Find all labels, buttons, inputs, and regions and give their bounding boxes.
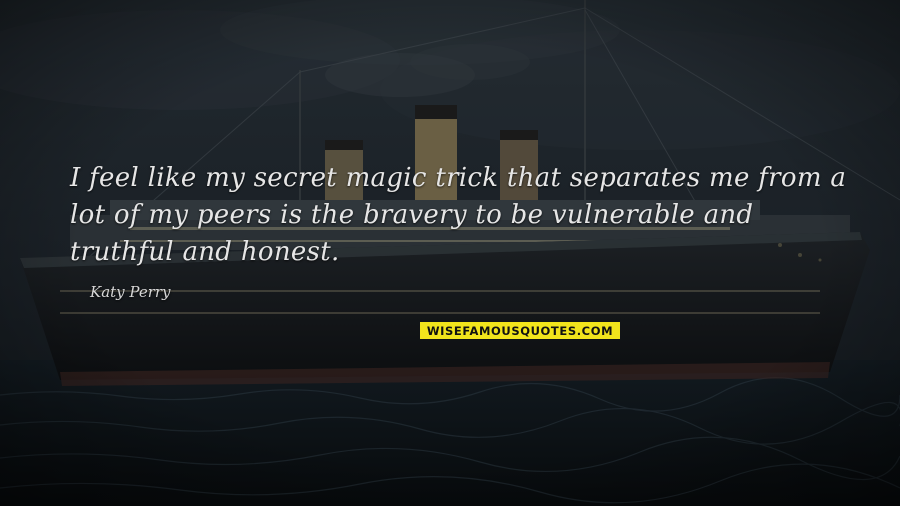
quote-block: I feel like my secret magic trick that s… bbox=[70, 160, 860, 271]
quote-text: I feel like my secret magic trick that s… bbox=[70, 163, 847, 267]
quote-author: Katy Perry bbox=[90, 283, 171, 301]
watermark-logo: WISEFAMOUSQUOTES.COM bbox=[420, 322, 620, 339]
quote-image: I feel like my secret magic trick that s… bbox=[0, 0, 900, 506]
watermark-text: WISEFAMOUSQUOTES.COM bbox=[426, 323, 614, 338]
